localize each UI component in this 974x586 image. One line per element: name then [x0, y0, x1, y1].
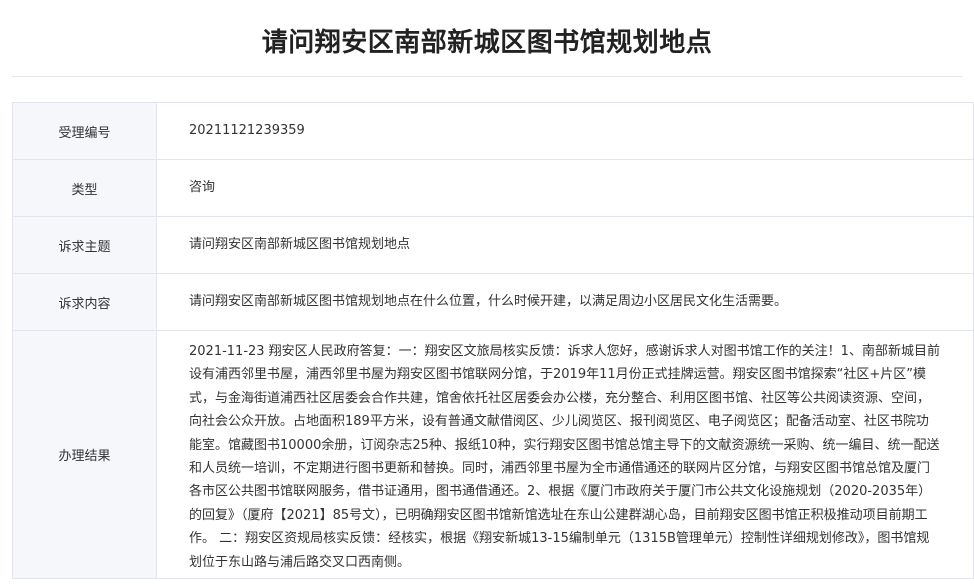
case-number-label: 受理编号 [12, 102, 157, 160]
table-row-type: 类型 咨询 [12, 159, 974, 217]
type-value: 咨询 [156, 159, 974, 217]
page-title: 请问翔安区南部新城区图书馆规划地点 [261, 28, 713, 58]
subject-value: 请问翔安区南部新城区图书馆规划地点 [156, 216, 974, 274]
table-row-subject: 诉求主题 请问翔安区南部新城区图书馆规划地点 [12, 216, 974, 274]
result-label: 办理结果 [12, 329, 157, 580]
table-row-content: 诉求内容 请问翔安区南部新城区图书馆规划地点在什么位置，什么时候开建，以满足周边… [12, 273, 974, 331]
case-number-value: 20211121239359 [156, 102, 974, 160]
content-value: 请问翔安区南部新城区图书馆规划地点在什么位置，什么时候开建，以满足周边小区居民文… [156, 273, 974, 331]
info-table: 受理编号 20211121239359 类型 咨询 诉求主题 请问翔安区南部新城… [12, 102, 974, 580]
subject-label: 诉求主题 [12, 216, 157, 274]
title-divider [12, 76, 962, 77]
content-label: 诉求内容 [12, 273, 157, 331]
result-value: 2021-11-23 翔安区人民政府答复：一：翔安区文旅局核实反馈：诉求人您好，… [156, 329, 974, 580]
type-label: 类型 [12, 159, 157, 217]
table-row-case-number: 受理编号 20211121239359 [12, 102, 974, 160]
table-row-result: 办理结果 2021-11-23 翔安区人民政府答复：一：翔安区文旅局核实反馈：诉… [12, 329, 974, 580]
